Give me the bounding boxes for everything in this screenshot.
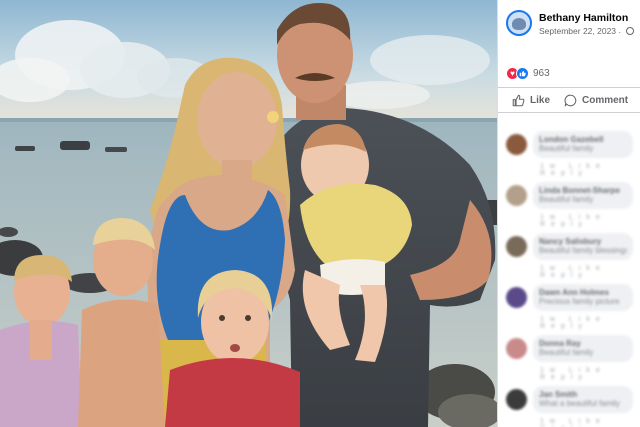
commenter-name[interactable]: Jan Smith [539, 390, 627, 399]
comment-text: Beautiful family blessings [539, 246, 627, 255]
comment-actions[interactable]: 1w Like Reply [540, 418, 640, 427]
commenter-avatar[interactable] [506, 389, 527, 410]
post-date[interactable]: September 22, 2023 [539, 26, 616, 36]
commenter-name[interactable]: Dawn Ann Holmes [539, 288, 627, 297]
comments-list: London Gazebell Beautiful family 1w Like… [498, 128, 640, 427]
comment-text: What a beautiful family [539, 399, 620, 408]
comment-text: Beautiful family [539, 348, 594, 357]
author-name[interactable]: Bethany Hamilton [539, 12, 628, 24]
comment-actions[interactable]: 1w Like Reply [540, 367, 640, 381]
commenter-name[interactable]: Nancy Salisbury [539, 237, 627, 246]
reactions-summary[interactable]: ♥ 963 [506, 66, 550, 80]
comment-bubble: Nancy Salisbury Beautiful family blessin… [533, 233, 633, 260]
comment-actions[interactable]: 1w Like Reply [540, 316, 640, 330]
comment-text: Precious family picture [539, 297, 620, 306]
action-bar: Like Comment [498, 87, 640, 113]
comment-item: Nancy Salisbury Beautiful family blessin… [498, 230, 640, 281]
commenter-name[interactable]: Donna Ray [539, 339, 627, 348]
comment-bubble: Linda Bonnet-Sharpe Beautiful family [533, 182, 633, 209]
like-icon [516, 66, 529, 80]
comment-item: London Gazebell Beautiful family 1w Like… [498, 128, 640, 179]
photo-viewer: Bethany Hamilton September 22, 2023 · ♥ … [0, 0, 640, 427]
post-photo[interactable] [0, 0, 497, 427]
globe-icon [625, 26, 634, 35]
comment-actions[interactable]: 1w Like Reply [540, 163, 640, 177]
commenter-avatar[interactable] [506, 236, 527, 257]
comment-text: Beautiful family [539, 195, 594, 204]
author-avatar[interactable] [506, 10, 532, 36]
reaction-count: 963 [533, 67, 550, 79]
commenter-avatar[interactable] [506, 185, 527, 206]
comment-actions[interactable]: 1w Like Reply [540, 214, 640, 228]
comment-bubble: Donna Ray Beautiful family [533, 335, 633, 362]
family-photo [0, 0, 497, 427]
post-meta: September 22, 2023 · [539, 26, 634, 37]
post-side-panel: Bethany Hamilton September 22, 2023 · ♥ … [497, 0, 640, 427]
comment-button[interactable]: Comment [556, 88, 628, 112]
comment-text: Beautiful family [539, 144, 594, 153]
commenter-name[interactable]: Linda Bonnet-Sharpe [539, 186, 627, 195]
commenter-name[interactable]: London Gazebell [539, 135, 627, 144]
comment-bubble: Jan Smith What a beautiful family [533, 386, 633, 413]
comment-bubble: London Gazebell Beautiful family [533, 131, 633, 158]
comment-item: Jan Smith What a beautiful family 1w Lik… [498, 383, 640, 427]
avatar-image [512, 18, 526, 30]
comment-bubble: Dawn Ann Holmes Precious family picture [533, 284, 633, 311]
comment-item: Linda Bonnet-Sharpe Beautiful family 1w … [498, 179, 640, 230]
commenter-avatar[interactable] [506, 134, 527, 155]
comment-item: Donna Ray Beautiful family 1w Like Reply [498, 332, 640, 383]
comment-icon [564, 94, 577, 106]
thumbs-up-icon [512, 94, 525, 106]
comment-label: Comment [582, 94, 629, 106]
commenter-avatar[interactable] [506, 287, 527, 308]
comment-actions[interactable]: 1w Like Reply [540, 265, 640, 279]
comment-item: Dawn Ann Holmes Precious family picture … [498, 281, 640, 332]
meta-separator: · [618, 26, 622, 37]
like-label: Like [530, 94, 551, 106]
commenter-avatar[interactable] [506, 338, 527, 359]
like-button[interactable]: Like [498, 88, 556, 112]
post-header: Bethany Hamilton September 22, 2023 · [506, 10, 638, 40]
